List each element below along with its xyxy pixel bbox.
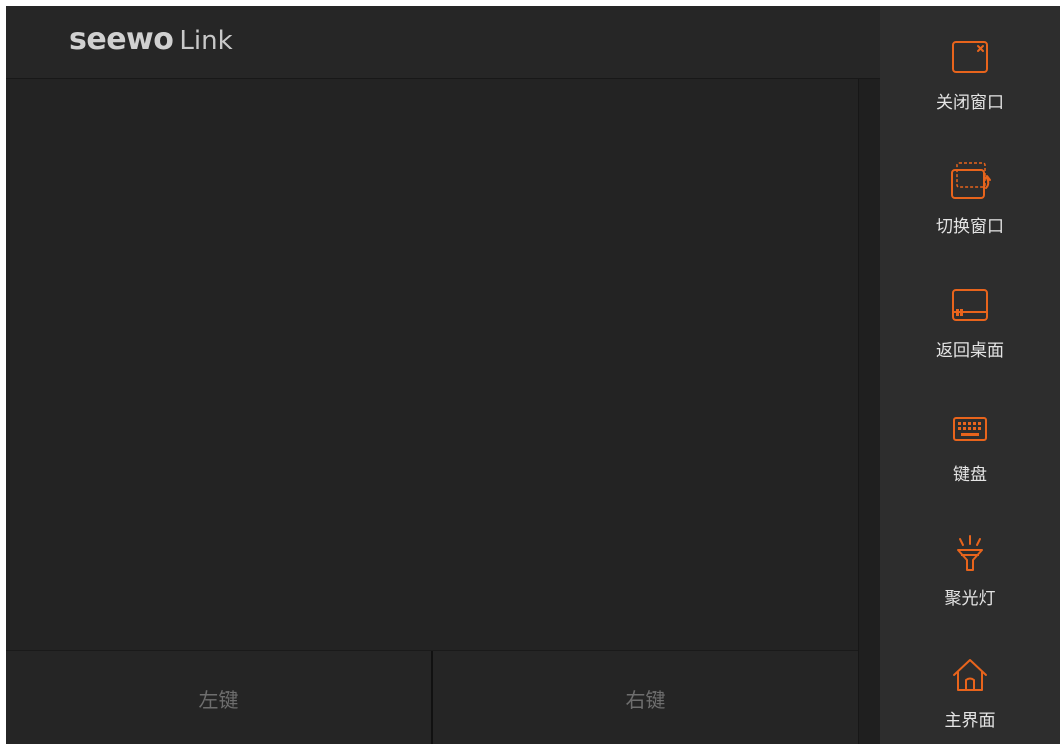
right-click-button[interactable]: 右键 <box>431 651 858 744</box>
sidebar-item-home[interactable]: 主界面 <box>880 654 1060 744</box>
sidebar-item-keyboard[interactable]: 键盘 <box>880 408 1060 518</box>
sidebar-item-spotlight[interactable]: 聚光灯 <box>880 532 1060 642</box>
sidebar-label-home: 主界面 <box>944 711 996 731</box>
sidebar-label-desktop: 返回桌面 <box>936 341 1004 361</box>
sidebar-label-spotlight: 聚光灯 <box>944 589 996 609</box>
mouse-button-row: 左键 右键 <box>6 650 858 744</box>
sidebar-item-switch-window[interactable]: 切换窗口 <box>880 160 1060 270</box>
app-window: seewo Link 左键 右键 关闭窗口 切换窗口 返回桌面 键盘 聚光灯 主… <box>6 6 1060 744</box>
left-click-button[interactable]: 左键 <box>6 651 431 744</box>
touchpad-area[interactable] <box>6 79 858 650</box>
seewo-link-logo: seewo Link <box>69 22 233 62</box>
logo-product: Link <box>179 26 233 56</box>
desktop-icon <box>948 284 992 328</box>
sidebar-label-close-window: 关闭窗口 <box>936 93 1004 113</box>
header: seewo Link <box>6 6 880 79</box>
sidebar-label-keyboard: 键盘 <box>953 465 987 485</box>
keyboard-icon <box>948 408 992 452</box>
sidebar-item-desktop[interactable]: 返回桌面 <box>880 284 1060 394</box>
sidebar-label-switch-window: 切换窗口 <box>936 217 1004 237</box>
sidebar: 关闭窗口 切换窗口 返回桌面 键盘 聚光灯 主界面 <box>880 6 1060 744</box>
touchpad-gutter <box>858 79 881 744</box>
close-window-icon <box>948 36 992 80</box>
logo-brand: seewo <box>69 22 174 57</box>
sidebar-item-close-window[interactable]: 关闭窗口 <box>880 36 1060 146</box>
home-icon <box>948 654 992 698</box>
spotlight-icon <box>948 532 992 576</box>
switch-window-icon <box>948 160 992 204</box>
